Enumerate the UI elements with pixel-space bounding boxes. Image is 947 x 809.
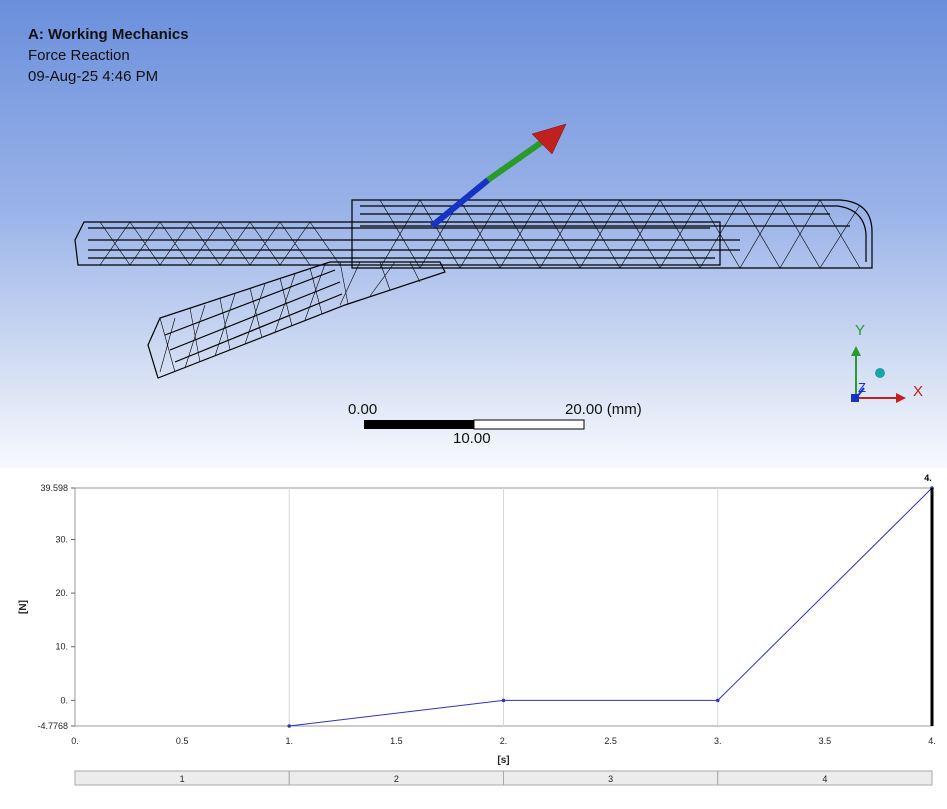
triad-y-label: Y [855,322,866,339]
scale-bar-filled [364,420,474,429]
scale-label-min: 0.00 [348,401,378,418]
data-point [501,698,506,703]
time-cursor-label: 4. [924,473,932,483]
triad-z-label: Z [858,380,866,395]
x-tick-label: 0.5 [176,736,189,746]
x-tick-label: 4. [928,736,936,746]
scale-bar-empty [473,419,585,430]
y-axis-title: [N] [18,600,29,614]
step-label: 1 [180,774,185,784]
force-reaction-chart[interactable]: 0. 0.5 1. 1.5 2. 2.5 3. 3.5 4.39.59830.20.10.0.-… [0,470,947,804]
step-label: 4 [822,774,827,784]
model-wireframe [74,123,906,430]
x-tick-label: 2. [500,736,508,746]
y-tick-label: 20. [55,588,68,598]
graphics-viewport[interactable]: A: Working Mechanics Force Reaction 09-A… [0,0,947,468]
x-tick-label: 0. [71,736,79,746]
y-tick-label: -4.7768 [37,721,68,731]
data-point [715,698,720,703]
x-tick-label: 1.5 [390,736,403,746]
data-point [287,724,292,728]
step-label: 2 [394,774,399,784]
scale-label-max: 20.00 (mm) [565,401,642,418]
x-tick-label: 2.5 [604,736,617,746]
step-label: 3 [608,774,613,784]
scale-label-mid: 10.00 [453,430,491,447]
x-tick-label: 1. [285,736,293,746]
y-tick-label: 39.598 [40,483,68,493]
x-axis-title: [s] [497,755,509,766]
y-tick-label: 30. [55,534,68,544]
x-tick-label: 3. [714,736,722,746]
x-tick-label: 3.5 [819,736,832,746]
y-tick-label: 0. [60,695,68,705]
y-tick-label: 10. [55,642,68,652]
triad-x-label: X [913,383,924,400]
graph-panel[interactable]: 0. 0.5 1. 1.5 2. 2.5 3. 3.5 4. 39.598 30. 20. 10. 0. -… [0,470,947,804]
